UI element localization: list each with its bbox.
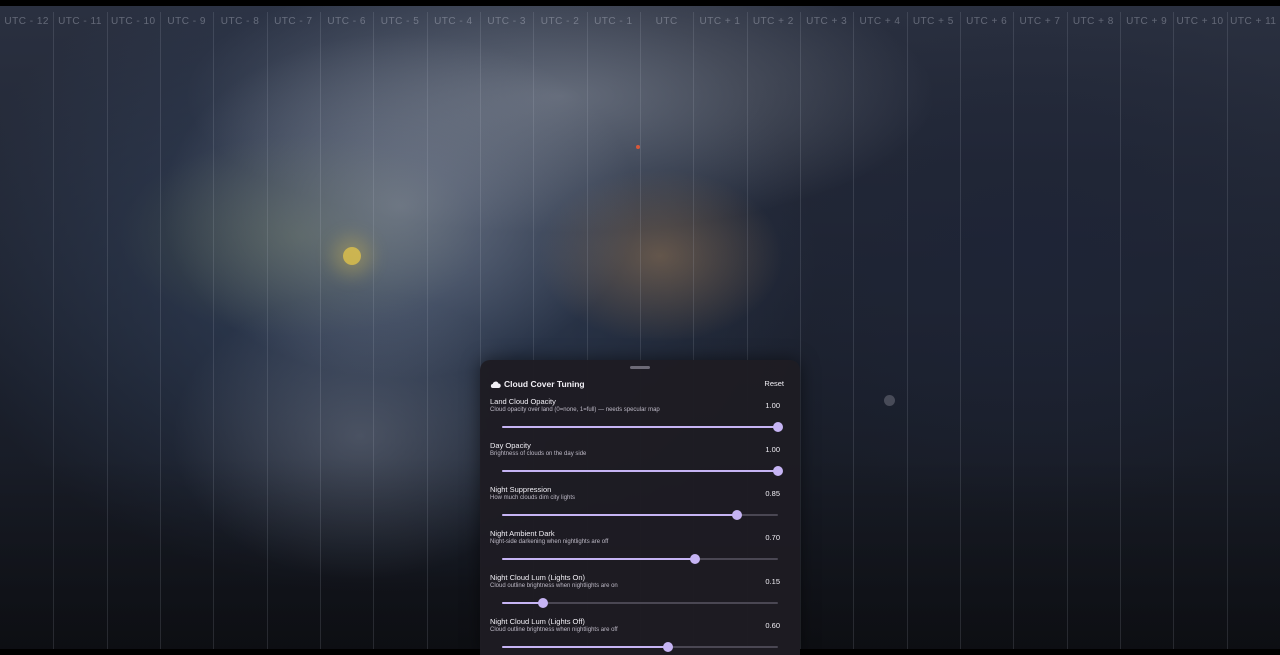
setting-label: Day Opacity	[490, 441, 531, 450]
timezone-label: UTC + 4	[859, 16, 901, 27]
sun-marker	[343, 247, 361, 265]
timezone-label: UTC + 10	[1176, 16, 1224, 27]
panel-header: Cloud Cover Tuning Reset	[490, 379, 790, 393]
timezone-meridian-line	[853, 12, 854, 649]
timezone-label: UTC - 1	[594, 16, 633, 27]
timezone-label: UTC - 2	[540, 16, 580, 27]
timezone-meridian-line	[1013, 12, 1014, 649]
timezone-meridian-line	[320, 12, 321, 649]
timezone-meridian-line	[1120, 12, 1121, 649]
timezone-label: UTC - 3	[487, 16, 526, 27]
slider-thumb[interactable]	[773, 466, 783, 476]
timezone-meridian-line	[53, 12, 54, 649]
setting-slider[interactable]	[502, 554, 778, 564]
timezone-label: UTC + 7	[1019, 16, 1061, 27]
setting-slider[interactable]	[502, 422, 783, 432]
slider-thumb[interactable]	[538, 598, 548, 608]
timezone-meridian-line	[160, 12, 161, 649]
timezone-label: UTC - 4	[434, 16, 473, 27]
timezone-label: UTC + 1	[699, 16, 741, 27]
setting-description: How much clouds dim city lights	[490, 495, 576, 501]
timezone-label: UTC	[655, 16, 678, 27]
reset-button[interactable]: Reset	[764, 379, 784, 388]
slider-fill	[502, 646, 668, 648]
timezone-meridian-line	[907, 12, 908, 649]
setting-slider[interactable]	[502, 466, 783, 476]
timezone-label: UTC + 5	[912, 16, 954, 27]
timezone-meridian-line	[960, 12, 961, 649]
timezone-label: UTC - 12	[4, 16, 49, 27]
setting-label: Land Cloud Opacity	[490, 397, 556, 406]
timezone-label: UTC + 2	[752, 16, 794, 27]
slider-thumb[interactable]	[663, 642, 673, 652]
timezone-meridian-line	[1227, 12, 1228, 649]
timezone-label: UTC - 8	[220, 16, 260, 27]
setting-row: Night Cloud Lum (Lights On) Cloud outline…	[490, 573, 790, 617]
slider-thumb[interactable]	[732, 510, 742, 520]
setting-value: 1.00	[765, 401, 780, 410]
timezone-meridian-line	[267, 12, 268, 649]
timezone-meridian-line	[800, 12, 801, 649]
setting-value: 0.70	[765, 533, 780, 542]
slider-fill	[502, 514, 737, 516]
timezone-meridian-line	[1067, 12, 1068, 649]
timezone-meridian-line	[427, 12, 428, 649]
setting-description: Cloud outline brightness when nightlight…	[490, 583, 618, 589]
setting-value: 0.85	[765, 489, 780, 498]
panel-title: Cloud Cover Tuning	[504, 379, 585, 389]
timezone-label: UTC + 6	[966, 16, 1008, 27]
timezone-label: UTC - 9	[167, 16, 206, 27]
setting-slider[interactable]	[502, 510, 778, 520]
timezone-label: UTC - 7	[274, 16, 313, 27]
setting-row: Night Suppression How much clouds dim cit…	[490, 485, 790, 529]
setting-row: Night Ambient Dark Night-side darkening w…	[490, 529, 790, 573]
slider-thumb[interactable]	[690, 554, 700, 564]
slider-fill	[502, 426, 778, 428]
cloud-icon	[490, 381, 501, 389]
panel-drag-handle[interactable]	[630, 366, 650, 369]
setting-description: Night-side darkening when nightlights ar…	[490, 539, 609, 545]
setting-row: Land Cloud Opacity Cloud opacity over lan…	[490, 397, 790, 441]
setting-value: 0.15	[765, 577, 780, 586]
slider-fill	[502, 470, 778, 472]
timezone-label: UTC + 8	[1072, 16, 1114, 27]
setting-description: Cloud opacity over land (0=none, 1=full)…	[490, 407, 660, 413]
cloud-cover-tuning-panel: Cloud Cover Tuning Reset Land Cloud Opac…	[480, 360, 800, 655]
timezone-meridian-line	[373, 12, 374, 649]
slider-fill	[502, 558, 695, 560]
timezone-label: UTC + 3	[806, 16, 848, 27]
timezone-label: UTC - 5	[380, 16, 420, 27]
setting-label: Night Cloud Lum (Lights Off)	[490, 617, 585, 626]
timezone-meridian-line	[107, 12, 108, 649]
setting-slider[interactable]	[502, 598, 778, 608]
setting-slider[interactable]	[502, 642, 778, 652]
setting-description: Cloud outline brightness when nightlight…	[490, 627, 618, 633]
setting-row: Night Cloud Lum (Lights Off) Cloud outlin…	[490, 617, 790, 655]
setting-label: Night Ambient Dark	[490, 529, 555, 538]
timezone-label: UTC + 9	[1126, 16, 1168, 27]
slider-thumb[interactable]	[773, 422, 783, 432]
slider-fill	[502, 602, 543, 604]
timezone-label: UTC - 11	[58, 16, 102, 27]
timezone-meridian-line	[1173, 12, 1174, 649]
setting-row: Day Opacity Brightness of clouds on the d…	[490, 441, 790, 485]
setting-label: Night Cloud Lum (Lights On)	[490, 573, 586, 582]
setting-label: Night Suppression	[490, 485, 552, 494]
setting-description: Brightness of clouds on the day side	[490, 451, 587, 457]
timezone-label: UTC - 10	[111, 16, 156, 27]
moon-marker	[884, 395, 895, 406]
setting-value: 1.00	[765, 445, 780, 454]
setting-value: 0.60	[765, 621, 780, 630]
timezone-label: UTC - 6	[327, 16, 366, 27]
timezone-meridian-line	[213, 12, 214, 649]
timezone-label: UTC + 11	[1230, 16, 1277, 27]
